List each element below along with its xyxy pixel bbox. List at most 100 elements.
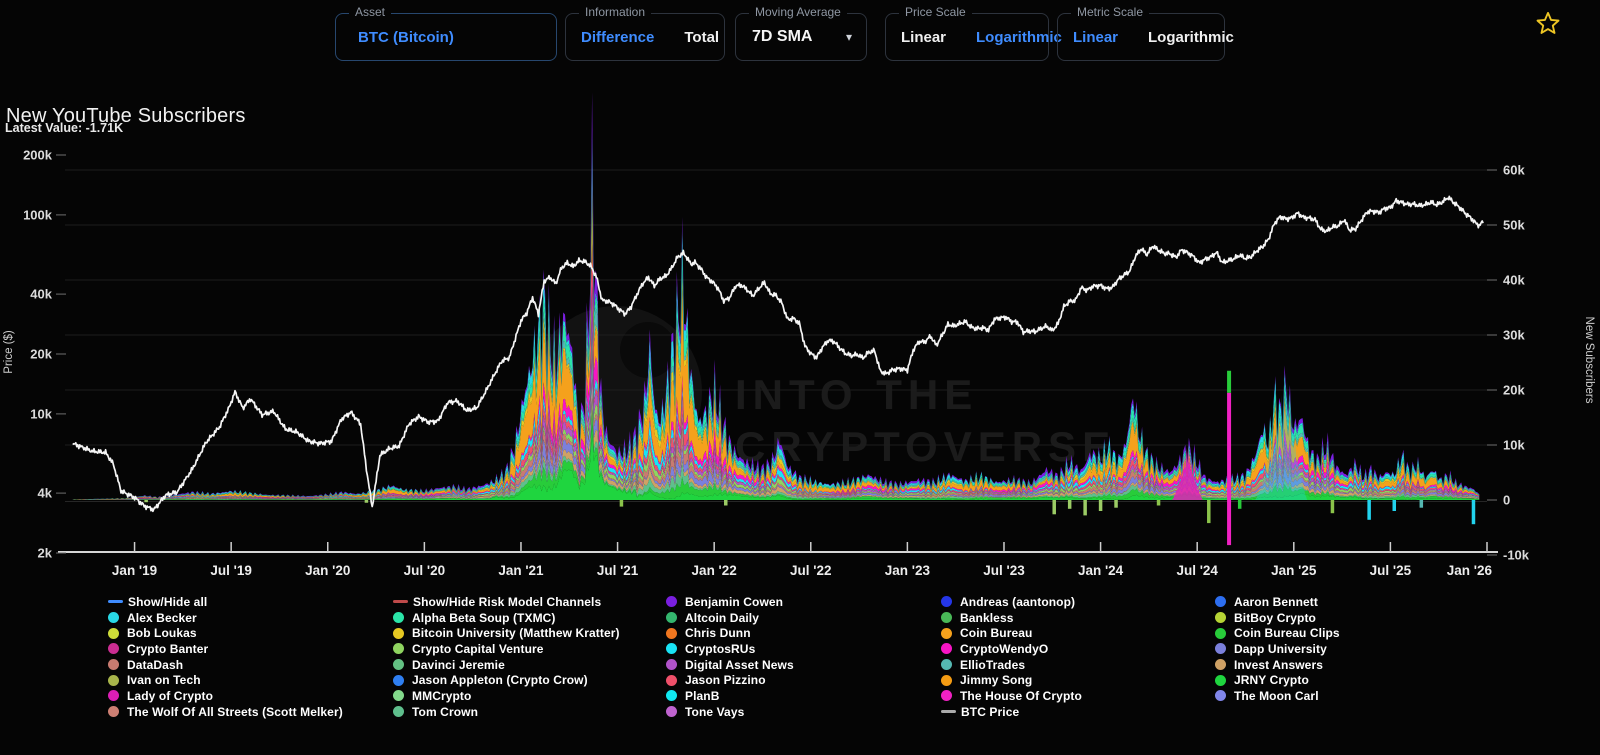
legend-item-jason-appleton-crypto-crow[interactable]: Jason Appleton (Crypto Crow) xyxy=(393,672,620,688)
legend-item-benjamin-cowen[interactable]: Benjamin Cowen xyxy=(666,594,794,610)
legend-item-jrny-crypto[interactable]: JRNY Crypto xyxy=(1215,672,1340,688)
legend-label: Bankless xyxy=(960,611,1014,625)
right-tick-label: 10k xyxy=(1503,438,1525,453)
legend-item-aaron-bennett[interactable]: Aaron Bennett xyxy=(1215,594,1340,610)
legend-column-5: Aaron BennettBitBoy CryptoCoin Bureau Cl… xyxy=(1215,594,1340,704)
legend-item-planb[interactable]: PlanB xyxy=(666,688,794,704)
legend-item-andreas-aantonop[interactable]: Andreas (aantonop) xyxy=(941,594,1082,610)
legend-label: Invest Answers xyxy=(1234,658,1323,672)
legend-item-bankless[interactable]: Bankless xyxy=(941,610,1082,626)
legend-item-tone-vays[interactable]: Tone Vays xyxy=(666,704,794,720)
metric-scale-option-linear[interactable]: Linear xyxy=(1058,14,1133,60)
legend-item-dapp-university[interactable]: Dapp University xyxy=(1215,641,1340,657)
legend-item-coin-bureau-clips[interactable]: Coin Bureau Clips xyxy=(1215,625,1340,641)
legend-item-jason-pizzino[interactable]: Jason Pizzino xyxy=(666,672,794,688)
moving-average-select[interactable]: 7D SMA ▾ xyxy=(736,14,866,60)
event-spike xyxy=(1227,393,1231,545)
ivan-on-tech-dot-swatch xyxy=(108,675,119,686)
right-tick-label: 40k xyxy=(1503,273,1525,288)
crypto-banter-dot-swatch xyxy=(108,643,119,654)
chart-canvas[interactable]: INTO THECRYPTOVERSEJan '19Jul '19Jan '20… xyxy=(0,0,1600,592)
legend-item-bitcoin-university-matthew-kratter[interactable]: Bitcoin University (Matthew Kratter) xyxy=(393,625,620,641)
digital-asset-news-dot-swatch xyxy=(666,659,677,670)
legend-item-digital-asset-news[interactable]: Digital Asset News xyxy=(666,657,794,673)
legend-label: Coin Bureau xyxy=(960,626,1032,640)
legend-item-the-wolf-of-all-streets-scott-melker[interactable]: The Wolf Of All Streets (Scott Melker) xyxy=(108,704,343,720)
legend-label: DataDash xyxy=(127,658,183,672)
information-option-total[interactable]: Total xyxy=(669,14,734,60)
legend-item-lady-of-crypto[interactable]: Lady of Crypto xyxy=(108,688,343,704)
legend-label: BTC Price xyxy=(961,705,1019,719)
moving-average-control: Moving Average 7D SMA ▾ xyxy=(735,13,867,61)
legend-item-bob-loukas[interactable]: Bob Loukas xyxy=(108,625,343,641)
legend-label: Jimmy Song xyxy=(960,673,1032,687)
x-tick-label: Jan '24 xyxy=(1078,563,1124,578)
subscriber-stacked-area xyxy=(73,92,1480,545)
x-tick-label: Jan '21 xyxy=(498,563,544,578)
negative-bar xyxy=(1238,500,1242,509)
chevron-down-icon: ▾ xyxy=(846,30,852,44)
legend-label: Show/Hide Risk Model Channels xyxy=(413,595,601,609)
crypto-capital-venture-dot-swatch xyxy=(393,643,404,654)
legend-item-show-hide-risk-model-channels[interactable]: Show/Hide Risk Model Channels xyxy=(393,594,620,610)
jason-pizzino-dot-swatch xyxy=(666,675,677,686)
bitcoin-university-matthew-kratter-dot-swatch xyxy=(393,628,404,639)
x-tick-label: Jan '20 xyxy=(305,563,350,578)
show-hide-all-line-swatch xyxy=(108,600,123,603)
legend-item-the-house-of-crypto[interactable]: The House Of Crypto xyxy=(941,688,1082,704)
legend-label: Jason Appleton (Crypto Crow) xyxy=(412,673,588,687)
legend-item-show-hide-all[interactable]: Show/Hide all xyxy=(108,594,343,610)
legend-column-3: Benjamin CowenAltcoin DailyChris DunnCry… xyxy=(666,594,794,720)
metric-scale-control: Metric Scale Linear Logarithmic xyxy=(1057,13,1225,61)
legend-item-bitboy-crypto[interactable]: BitBoy Crypto xyxy=(1215,610,1340,626)
x-tick-label: Jan '22 xyxy=(692,563,737,578)
legend-label: CryptosRUs xyxy=(685,642,755,656)
legend-column-2: Show/Hide Risk Model Channels Alpha Beta … xyxy=(393,594,620,720)
legend-item-altcoin-daily[interactable]: Altcoin Daily xyxy=(666,610,794,626)
legend-item-tom-crown[interactable]: Tom Crown xyxy=(393,704,620,720)
legend-label: Tone Vays xyxy=(685,705,744,719)
asset-control-label: Asset xyxy=(349,5,391,19)
metric-scale-option-logarithmic[interactable]: Logarithmic xyxy=(1133,14,1249,60)
favorite-star-button[interactable] xyxy=(1534,10,1562,41)
legend-label: Ivan on Tech xyxy=(127,673,201,687)
legend-item-alpha-beta-soup-txmc[interactable]: Alpha Beta Soup (TXMC) xyxy=(393,610,620,626)
information-option-difference[interactable]: Difference xyxy=(566,14,669,60)
legend-item-datadash[interactable]: DataDash xyxy=(108,657,343,673)
legend-item-cryptosrus[interactable]: CryptosRUs xyxy=(666,641,794,657)
negative-bar xyxy=(1114,500,1118,508)
left-tick-label: 200k xyxy=(23,148,53,163)
price-scale-option-linear[interactable]: Linear xyxy=(886,14,961,60)
jrny-crypto-dot-swatch xyxy=(1215,675,1226,686)
legend-item-mmcrypto[interactable]: MMCrypto xyxy=(393,688,620,704)
legend-item-invest-answers[interactable]: Invest Answers xyxy=(1215,657,1340,673)
legend-label: Altcoin Daily xyxy=(685,611,759,625)
legend-item-the-moon-carl[interactable]: The Moon Carl xyxy=(1215,688,1340,704)
information-control: Information Difference Total xyxy=(565,13,725,61)
legend-item-cryptowendyo[interactable]: CryptoWendyO xyxy=(941,641,1082,657)
legend-item-davinci-jeremie[interactable]: Davinci Jeremie xyxy=(393,657,620,673)
star-outline-icon xyxy=(1534,10,1562,38)
event-spike-tip xyxy=(1227,371,1231,393)
legend-item-crypto-banter[interactable]: Crypto Banter xyxy=(108,641,343,657)
x-tick-label: Jan '25 xyxy=(1271,563,1317,578)
legend-item-alex-becker[interactable]: Alex Becker xyxy=(108,610,343,626)
legend-label: Andreas (aantonop) xyxy=(960,595,1075,609)
legend-item-coin-bureau[interactable]: Coin Bureau xyxy=(941,625,1082,641)
legend-item-elliotrades[interactable]: EllioTrades xyxy=(941,657,1082,673)
right-tick-label: 0 xyxy=(1503,493,1510,508)
asset-select[interactable]: BTC (Bitcoin) xyxy=(336,29,454,46)
legend-item-btc-price[interactable]: BTC Price xyxy=(941,704,1082,720)
legend-item-crypto-capital-venture[interactable]: Crypto Capital Venture xyxy=(393,641,620,657)
legend-item-ivan-on-tech[interactable]: Ivan on Tech xyxy=(108,672,343,688)
x-tick-label: Jul '24 xyxy=(1176,563,1218,578)
legend-label: Jason Pizzino xyxy=(685,673,766,687)
alpha-beta-soup-txmc-dot-swatch xyxy=(393,612,404,623)
jason-appleton-crypto-crow-dot-swatch xyxy=(393,675,404,686)
elliotrades-dot-swatch xyxy=(941,659,952,670)
davinci-jeremie-dot-swatch xyxy=(393,659,404,670)
legend-item-jimmy-song[interactable]: Jimmy Song xyxy=(941,672,1082,688)
legend-label: CryptoWendyO xyxy=(960,642,1048,656)
legend-label: Alpha Beta Soup (TXMC) xyxy=(412,611,556,625)
legend-item-chris-dunn[interactable]: Chris Dunn xyxy=(666,625,794,641)
